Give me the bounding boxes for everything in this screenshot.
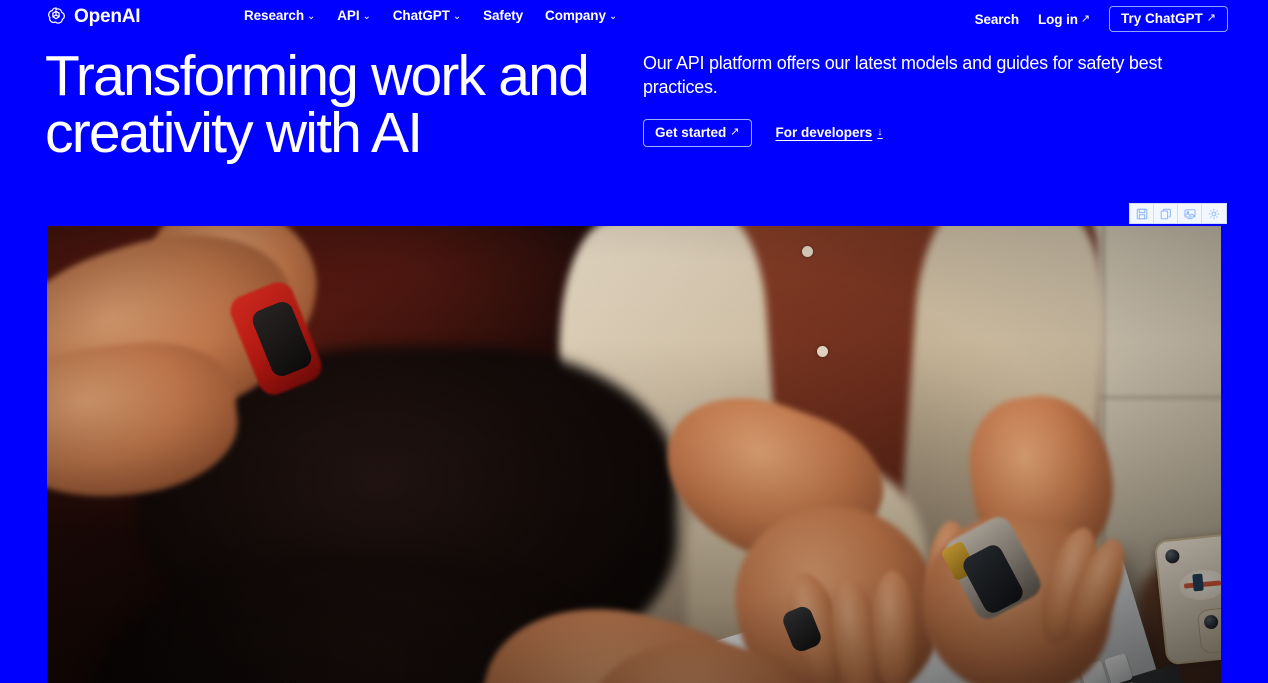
get-started-label: Get started (655, 124, 727, 140)
secondary-nav-links: Search Log in ↗ Try ChatGPT ↗ (975, 6, 1228, 32)
site-navigation-bar: OpenAI Research ⌄ API ⌄ ChatGPT ⌄ Safety… (0, 0, 1268, 34)
save-button[interactable] (1130, 204, 1154, 223)
nav-item-safety[interactable]: Safety (483, 8, 523, 23)
camera-lens (1164, 548, 1181, 565)
openai-logo-icon (45, 5, 67, 27)
nav-item-search-label: Search (974, 11, 1020, 27)
image-button[interactable] (1178, 204, 1202, 223)
nav-item-api-label: API (337, 8, 360, 23)
chevron-down-icon: ⌄ (608, 10, 618, 22)
shirt-button (817, 346, 828, 357)
try-chatgpt-button[interactable]: Try ChatGPT ↗ (1109, 6, 1228, 32)
page-title-line-1: Transforming work and (45, 44, 590, 108)
nav-item-chatgpt[interactable]: ChatGPT ⌄ (393, 8, 461, 23)
settings-button[interactable] (1202, 204, 1226, 223)
camera-lens (1203, 614, 1219, 630)
nav-item-company-label: Company (545, 8, 606, 23)
arrow-down-icon: ↓ (877, 125, 883, 138)
openai-homepage: OpenAI Research ⌄ API ⌄ ChatGPT ⌄ Safety… (0, 0, 1268, 683)
hero-subtitle: Our API platform offers our latest model… (643, 53, 1162, 97)
keyboard-key (1103, 653, 1133, 683)
try-chatgpt-label: Try ChatGPT (1121, 11, 1203, 26)
image-toolbar (1129, 203, 1227, 224)
hero-image (47, 226, 1221, 683)
arrow-up-right-icon: ↗ (1206, 12, 1216, 24)
copy-button[interactable] (1154, 204, 1178, 223)
settings-gear-icon (1208, 208, 1220, 220)
page-title: Transforming work and creativity with AI (45, 48, 645, 162)
primary-nav-links: Research ⌄ API ⌄ ChatGPT ⌄ Safety Compan… (244, 8, 617, 23)
nav-item-research-label: Research (244, 8, 304, 23)
nav-item-chatgpt-label: ChatGPT (392, 8, 450, 23)
get-started-button[interactable]: Get started ↗ (643, 118, 752, 147)
image-icon (1183, 208, 1196, 220)
chevron-down-icon: ⌄ (452, 10, 462, 22)
brand-name: OpenAI (74, 5, 141, 27)
hero-right-column: Our API platform offers our latest model… (643, 52, 1223, 147)
page-title-line-2: creativity with AI (45, 101, 423, 165)
nav-item-company[interactable]: Company ⌄ (545, 8, 617, 23)
chevron-down-icon: ⌄ (362, 10, 371, 22)
shirt-button (802, 246, 813, 257)
nav-item-search[interactable]: Search (974, 11, 1020, 27)
save-icon (1136, 208, 1148, 220)
phone-camera-module (1196, 605, 1221, 655)
nav-item-safety-label: Safety (483, 8, 524, 23)
arrow-up-right-icon: ↗ (1080, 12, 1091, 25)
nav-item-research[interactable]: Research ⌄ (244, 8, 315, 23)
nav-item-api[interactable]: API ⌄ (337, 8, 371, 23)
nav-item-login[interactable]: Log in ↗ (1038, 12, 1090, 27)
phone-case-logo-mark (1192, 573, 1204, 592)
nav-item-login-label: Log in (1038, 11, 1078, 27)
arrow-up-right-icon: ↗ (730, 125, 740, 138)
for-developers-label: For developers (775, 125, 873, 140)
for-developers-link[interactable]: For developers ↓ (776, 125, 883, 140)
hero-actions: Get started ↗ For developers ↓ (643, 118, 1223, 147)
openai-logo-link[interactable]: OpenAI (45, 5, 141, 27)
copy-icon (1160, 208, 1172, 220)
chevron-down-icon: ⌄ (307, 10, 316, 22)
